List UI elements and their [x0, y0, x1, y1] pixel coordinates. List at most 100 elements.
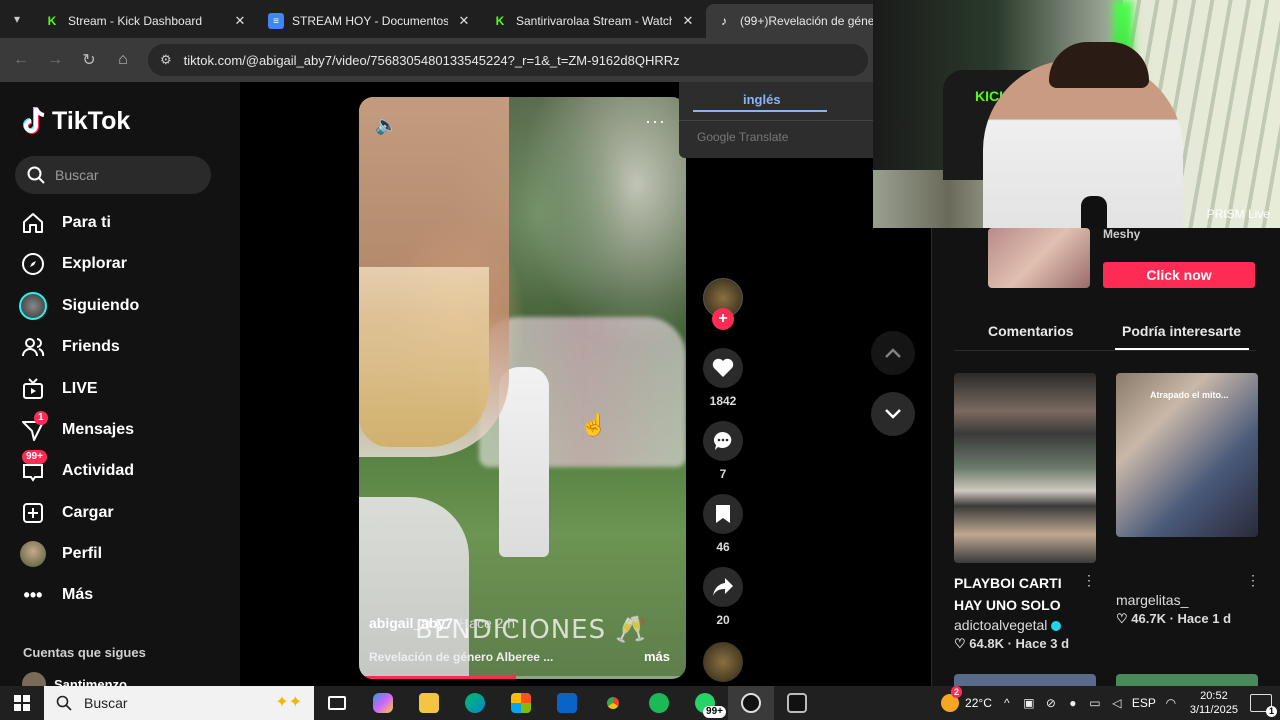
share-button[interactable]: 20	[703, 567, 743, 627]
sidebar-item-cargar[interactable]: Cargar	[18, 495, 114, 531]
recommended-video-author[interactable]: adictoalvegetal	[954, 617, 1062, 633]
sidebar-item-perfil[interactable]: Perfil	[18, 536, 102, 572]
microphone-icon[interactable]: ●	[1066, 696, 1080, 710]
outlook-icon[interactable]	[544, 686, 590, 720]
sidebar-item-mensajes[interactable]: 1 Mensajes	[18, 411, 134, 448]
chrome-icon[interactable]	[590, 686, 636, 720]
network-off-icon[interactable]: ⊘	[1044, 696, 1058, 710]
comment-icon	[703, 421, 743, 461]
system-tray: 2 22°C ^ ▣ ⊘ ● ▭ ◁ ESP ◠ 20:52 3/11/2025…	[941, 686, 1280, 720]
save-count: 46	[716, 540, 730, 554]
spotify-icon[interactable]	[636, 686, 682, 720]
tab-stream-hoy-docs[interactable]: ≡ STREAM HOY - Documentos de ✕	[258, 4, 482, 38]
video-glass	[359, 267, 489, 447]
video-progress-bar[interactable]	[359, 676, 686, 679]
site-info-icon[interactable]: ⚙	[160, 52, 172, 68]
translate-tab-indicator	[693, 110, 827, 112]
windows-taskbar: Buscar ✦✦ 99+ 2 22°C ^ ▣ ⊘ ● ▭ ◁ ESP ◠ 2…	[0, 686, 1280, 720]
chevron-down-icon	[885, 409, 901, 419]
copilot-icon[interactable]	[360, 686, 406, 720]
weather-widget[interactable]: 2 22°C	[941, 686, 992, 712]
comment-button[interactable]: 7	[703, 421, 743, 481]
close-icon[interactable]: ✕	[456, 13, 472, 29]
capture-app-icon[interactable]	[774, 686, 820, 720]
forward-arrow-icon[interactable]: →	[38, 43, 72, 77]
battery-icon[interactable]: ▭	[1088, 696, 1102, 710]
tray-app-icon[interactable]: ▣	[1022, 696, 1036, 710]
tiktok-sidebar: TikTok Buscar Para ti Explorar Siguiendo…	[0, 82, 240, 696]
volume-icon[interactable]: ◁	[1110, 696, 1124, 710]
translate-language-tab[interactable]: inglés	[743, 92, 781, 107]
notification-center-icon[interactable]: 1	[1250, 694, 1277, 717]
kick-logo-icon: K	[495, 14, 505, 28]
tab-kick-dashboard[interactable]: K Stream - Kick Dashboard ✕	[34, 4, 258, 38]
sidebar-item-mas[interactable]: ••• Más	[18, 577, 94, 613]
post-age: Hace 2 h	[459, 615, 516, 631]
close-icon[interactable]: ✕	[232, 13, 248, 29]
sidebar-item-label: Para ti	[62, 214, 111, 231]
file-explorer-icon[interactable]	[406, 686, 452, 720]
more-options-icon[interactable]: ···	[645, 111, 666, 132]
save-button[interactable]: 46	[703, 494, 743, 554]
chevron-up-icon[interactable]: ^	[1000, 696, 1014, 710]
previous-video-button[interactable]	[871, 331, 915, 375]
live-tv-icon	[18, 374, 48, 404]
video-progress-fill	[359, 676, 516, 679]
music-disc-icon[interactable]	[703, 642, 743, 682]
taskbar-search-input[interactable]: Buscar ✦✦	[44, 686, 314, 720]
kick-logo-icon: K	[47, 14, 57, 28]
recommended-video-author[interactable]: margelitas_	[1116, 592, 1188, 608]
ad-thumbnail[interactable]	[988, 228, 1090, 288]
kebab-menu-icon[interactable]: ⋮	[1246, 572, 1260, 589]
video-player[interactable]: 🔈 ··· BENDICIONES 🥂 abigail_aby7 Hace 2 h…	[359, 97, 686, 679]
tab-comentarios[interactable]: Comentarios	[988, 323, 1074, 339]
sidebar-item-label: LIVE	[62, 380, 98, 397]
sidebar-item-friends[interactable]: Friends	[18, 329, 120, 365]
windows-start-icon[interactable]	[0, 686, 44, 720]
active-tab-indicator	[1115, 348, 1249, 350]
sidebar-item-siguiendo[interactable]: Siguiendo	[18, 288, 139, 324]
close-icon[interactable]: ✕	[680, 13, 696, 29]
caption-more-button[interactable]: más	[644, 649, 670, 664]
sidebar-item-para-ti[interactable]: Para ti	[18, 205, 111, 241]
home-icon[interactable]: ⌂	[106, 43, 140, 77]
clock-date: 3/11/2025	[1189, 704, 1238, 716]
clock[interactable]: 20:52 3/11/2025	[1190, 689, 1238, 717]
sidebar-item-live[interactable]: LIVE	[18, 371, 98, 407]
next-video-button[interactable]	[871, 392, 915, 436]
sidebar-item-explorar[interactable]: Explorar	[18, 246, 127, 282]
microsoft-store-icon[interactable]	[498, 686, 544, 720]
sidebar-item-label: Perfil	[62, 545, 103, 562]
like-button[interactable]: 1842	[703, 348, 743, 408]
sidebar-item-actividad[interactable]: 99+ Actividad	[18, 450, 134, 489]
upload-icon	[18, 498, 48, 528]
wifi-icon[interactable]: ◠	[1164, 696, 1178, 710]
task-view-icon[interactable]	[314, 686, 360, 720]
whatsapp-icon[interactable]: 99+	[682, 686, 728, 720]
recommended-video-thumbnail[interactable]	[954, 373, 1096, 563]
kebab-menu-icon[interactable]: ⋮	[1082, 572, 1096, 589]
post-age: Hace 1 d	[1177, 611, 1232, 626]
follow-plus-icon[interactable]: +	[712, 308, 734, 330]
search-icon	[56, 695, 72, 711]
tab-search-chevron-icon[interactable]: ▾	[0, 0, 34, 38]
activity-badge: 99+	[22, 450, 47, 464]
recommended-video-meta: ♡ 46.7K · Hace 1 d	[1116, 611, 1232, 626]
reload-icon[interactable]: ↻	[72, 43, 106, 77]
verified-badge-icon	[1051, 621, 1062, 632]
edge-icon[interactable]	[452, 686, 498, 720]
tab-kick-stream[interactable]: K Santirivarolaa Stream - Watch L ✕	[482, 4, 706, 38]
video-author[interactable]: abigail_aby7 Hace 2 h	[369, 615, 515, 631]
recommended-video-title[interactable]: PLAYBOI CARTI HAY UNO SOLO	[954, 572, 1084, 616]
volume-icon[interactable]: 🔈	[375, 115, 397, 136]
ad-click-now-button[interactable]: Click now	[1103, 262, 1255, 288]
address-bar[interactable]: ⚙ tiktok.com/@abigail_aby7/video/7568305…	[148, 44, 868, 76]
heart-icon	[703, 348, 743, 388]
obs-icon[interactable]	[728, 686, 774, 720]
translate-provider: Google Translate	[697, 130, 789, 144]
back-arrow-icon[interactable]: ←	[4, 43, 38, 77]
search-input[interactable]: Buscar	[15, 156, 211, 194]
tab-podria-interesarte[interactable]: Podría interesarte	[1122, 323, 1241, 339]
tiktok-logo[interactable]: TikTok	[22, 106, 130, 136]
input-language[interactable]: ESP	[1132, 696, 1156, 710]
